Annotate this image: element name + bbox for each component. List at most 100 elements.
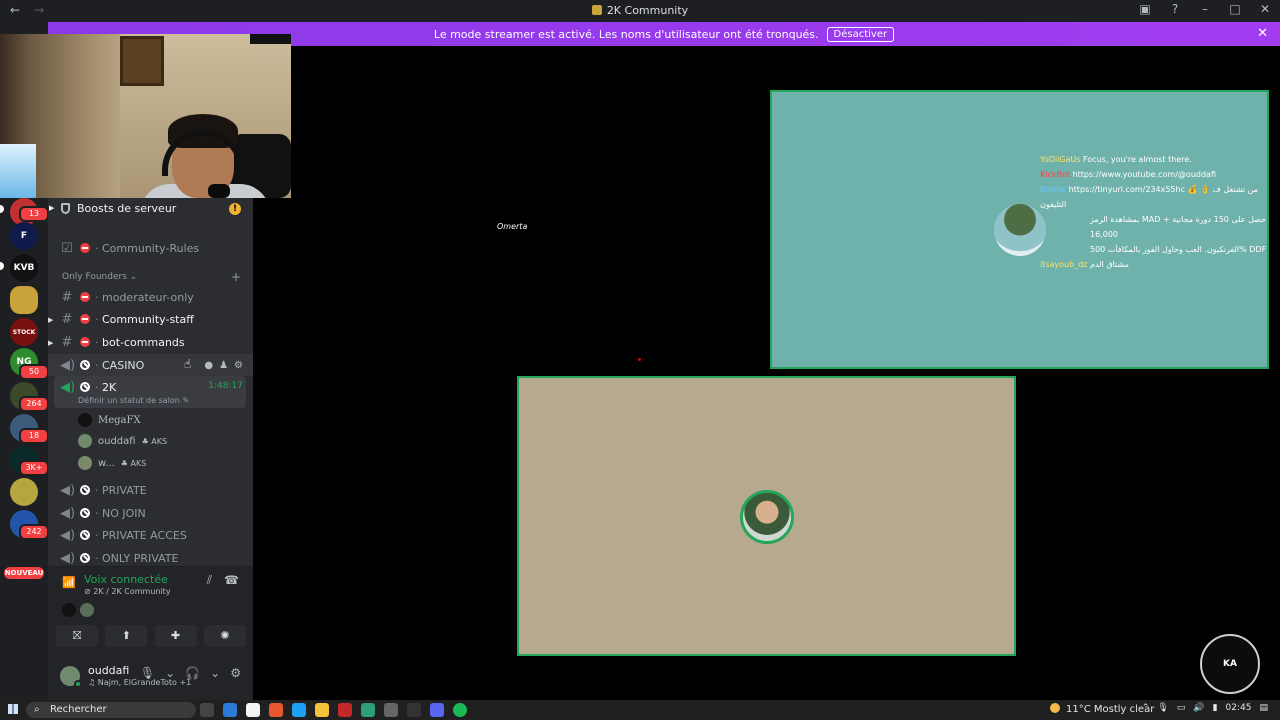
volume-icon[interactable]: 🔊 bbox=[1193, 703, 1204, 713]
chat-line: KickBot https://www.youtube.com/@ouddafi bbox=[1040, 170, 1216, 179]
chat-line: YoDiiGaUs Focus, you're almost there. bbox=[1040, 155, 1192, 164]
edge-icon[interactable] bbox=[292, 703, 306, 717]
locked-icon bbox=[80, 337, 90, 347]
chat-bubble-icon[interactable]: ● bbox=[204, 360, 213, 371]
user-panel: ouddafi ♫ Najm, ElGrandeToto +1 🎙 ⌄ 🎧 ⌄ … bbox=[48, 652, 253, 700]
minimize-icon[interactable]: – bbox=[1198, 2, 1212, 16]
voice-channel-no-join[interactable]: ◀) · NO JOIN bbox=[48, 502, 253, 524]
chat-line: بمشاهدة الرمز MAD حصل على 150 دورة مجاني… bbox=[1090, 215, 1267, 239]
help-icon[interactable]: ? bbox=[1168, 2, 1182, 16]
disconnect-icon[interactable]: ☎ bbox=[224, 573, 239, 588]
chat-line: الفرنكيون. العب وحاول الفوز بالمكافآت 50… bbox=[1090, 245, 1267, 254]
channel-moderateur-only[interactable]: # · moderateur-only bbox=[48, 286, 253, 308]
server-boosts-row[interactable]: ▶ Boosts de serveur ! bbox=[48, 198, 253, 220]
invite-icon[interactable]: ♟ bbox=[219, 360, 228, 371]
hash-icon: # bbox=[61, 289, 73, 305]
mention-badge: 242 bbox=[19, 524, 49, 540]
voice-channel-private[interactable]: ◀) · PRIVATE bbox=[48, 479, 253, 501]
user-settings-icon[interactable]: ⚙ bbox=[230, 666, 241, 680]
discord-icon[interactable] bbox=[430, 703, 444, 717]
brave-icon[interactable] bbox=[269, 703, 283, 717]
activities-button[interactable]: ✚ bbox=[154, 625, 197, 647]
file-explorer-icon[interactable] bbox=[315, 703, 329, 717]
window-title: 2K Community bbox=[0, 4, 1280, 17]
mic-tray-icon[interactable]: 🎙 bbox=[1157, 703, 1168, 713]
server-icon-3[interactable]: KVB bbox=[10, 254, 38, 282]
banner-message: Le mode streamer est activé. Les noms d'… bbox=[433, 27, 819, 41]
wall-picture bbox=[120, 36, 164, 86]
avatar bbox=[78, 456, 92, 470]
notification-icon[interactable]: ▤ bbox=[1259, 703, 1268, 713]
headphones-icon[interactable]: 🎧 bbox=[185, 666, 200, 680]
app-icon[interactable] bbox=[223, 703, 237, 717]
locked-icon bbox=[80, 314, 90, 324]
chevron-down-icon[interactable]: ⌄ bbox=[165, 666, 175, 680]
voice-location[interactable]: ⊘ 2K / 2K Community bbox=[84, 587, 171, 596]
voice-channel-private-acces[interactable]: ◀) · PRIVATE ACCES bbox=[48, 524, 253, 546]
unread-indicator bbox=[0, 262, 4, 270]
noise-suppression-icon[interactable]: ⫽ bbox=[207, 573, 212, 588]
channel-bot-commands[interactable]: ▶ # · bot-commands bbox=[48, 331, 253, 353]
username: ouddafi bbox=[88, 664, 130, 677]
disable-streamer-mode-button[interactable]: Désactiver bbox=[826, 26, 895, 42]
windows-taskbar: ⌕ Rechercher 11°C Mostly clear ⌃ 🎙 ▭ 🔊 ▮ … bbox=[0, 700, 1280, 720]
set-channel-status[interactable]: Définir un statut de salon ✎ bbox=[78, 396, 189, 405]
share-screen-button[interactable]: ⬆ bbox=[105, 625, 148, 647]
voice-channel-casino[interactable]: ◀) · CASINO ● ♟ ⚙ bbox=[48, 354, 253, 376]
no-entry-icon bbox=[80, 508, 90, 518]
store-icon[interactable] bbox=[246, 703, 260, 717]
app-icon[interactable] bbox=[361, 703, 375, 717]
voice-tile-stream[interactable]: YoDiiGaUs Focus, you're almost there. Ki… bbox=[770, 90, 1269, 369]
speaker-icon: ◀) bbox=[60, 550, 76, 566]
voice-member[interactable]: ouddafi ♣ AKS bbox=[78, 431, 167, 451]
online-status-dot bbox=[74, 680, 82, 688]
speaker-icon: ◀) bbox=[60, 505, 76, 521]
add-channel-icon[interactable]: + bbox=[231, 270, 241, 284]
tray-chevron-icon[interactable]: ⌃ bbox=[1142, 703, 1150, 713]
windows-start-icon[interactable] bbox=[8, 704, 18, 714]
maximize-icon[interactable]: □ bbox=[1228, 2, 1242, 16]
server-icon-2[interactable]: F bbox=[10, 222, 38, 250]
stream-chat-overlay: YoDiiGaUs Focus, you're almost there. Ki… bbox=[1040, 152, 1270, 272]
moon-icon bbox=[1050, 703, 1060, 713]
taskbar-search[interactable]: ⌕ Rechercher bbox=[26, 702, 196, 718]
new-badge: NOUVEAU bbox=[4, 567, 44, 579]
obs-icon[interactable] bbox=[407, 703, 421, 717]
app-icon[interactable] bbox=[384, 703, 398, 717]
no-entry-icon bbox=[80, 530, 90, 540]
speaker-icon: ◀) bbox=[60, 482, 76, 498]
clock[interactable]: 02:45 bbox=[1226, 703, 1252, 713]
channel-community-staff[interactable]: ▶ # · Community-staff bbox=[48, 308, 253, 330]
speaker-icon: ◀) bbox=[60, 379, 76, 395]
microphone-icon[interactable]: 🎙 bbox=[140, 666, 155, 680]
channel-community-rules[interactable]: ☑ · Community-Rules bbox=[48, 237, 253, 259]
soundboard-button[interactable]: ✺ bbox=[203, 625, 246, 647]
category-only-founders[interactable]: Only Founders ⌄ bbox=[62, 272, 137, 282]
chat-line: itsayoub_dz مشتاق الدم bbox=[1040, 260, 1129, 269]
server-icon-10[interactable] bbox=[10, 478, 38, 506]
server-icon-5[interactable]: STOCK bbox=[10, 318, 38, 346]
banner-close-icon[interactable]: ✕ bbox=[1257, 26, 1268, 41]
battery-icon[interactable]: ▮ bbox=[1213, 703, 1218, 713]
close-icon[interactable]: ✕ bbox=[1258, 2, 1272, 16]
signal-icon: 📶 bbox=[62, 576, 76, 589]
voice-member[interactable]: w... ♣ AKS bbox=[78, 453, 146, 473]
app-icon[interactable] bbox=[338, 703, 352, 717]
server-icon-current[interactable] bbox=[10, 286, 38, 314]
camera-off-button[interactable]: ⛝ bbox=[56, 625, 98, 647]
weather-widget[interactable]: 11°C Mostly clear bbox=[1050, 703, 1154, 715]
no-entry-icon bbox=[80, 360, 90, 370]
voice-member[interactable]: MegaFX bbox=[78, 410, 141, 430]
task-view-icon[interactable] bbox=[200, 703, 214, 717]
network-icon[interactable]: ▭ bbox=[1177, 703, 1186, 713]
spotify-icon[interactable] bbox=[453, 703, 467, 717]
clan-tag: ♣ AKS bbox=[141, 436, 168, 446]
chevron-down-icon[interactable]: ⌄ bbox=[210, 666, 220, 680]
rules-icon: ☑ bbox=[61, 240, 73, 256]
participant-avatar bbox=[994, 204, 1046, 256]
mention-badge: 18 bbox=[19, 428, 49, 444]
voice-tile-user[interactable] bbox=[517, 376, 1016, 656]
settings-gear-icon[interactable]: ⚙ bbox=[234, 360, 243, 371]
inbox-icon[interactable]: ▣ bbox=[1138, 2, 1152, 16]
clan-tag: ♣ AKS bbox=[120, 458, 147, 468]
